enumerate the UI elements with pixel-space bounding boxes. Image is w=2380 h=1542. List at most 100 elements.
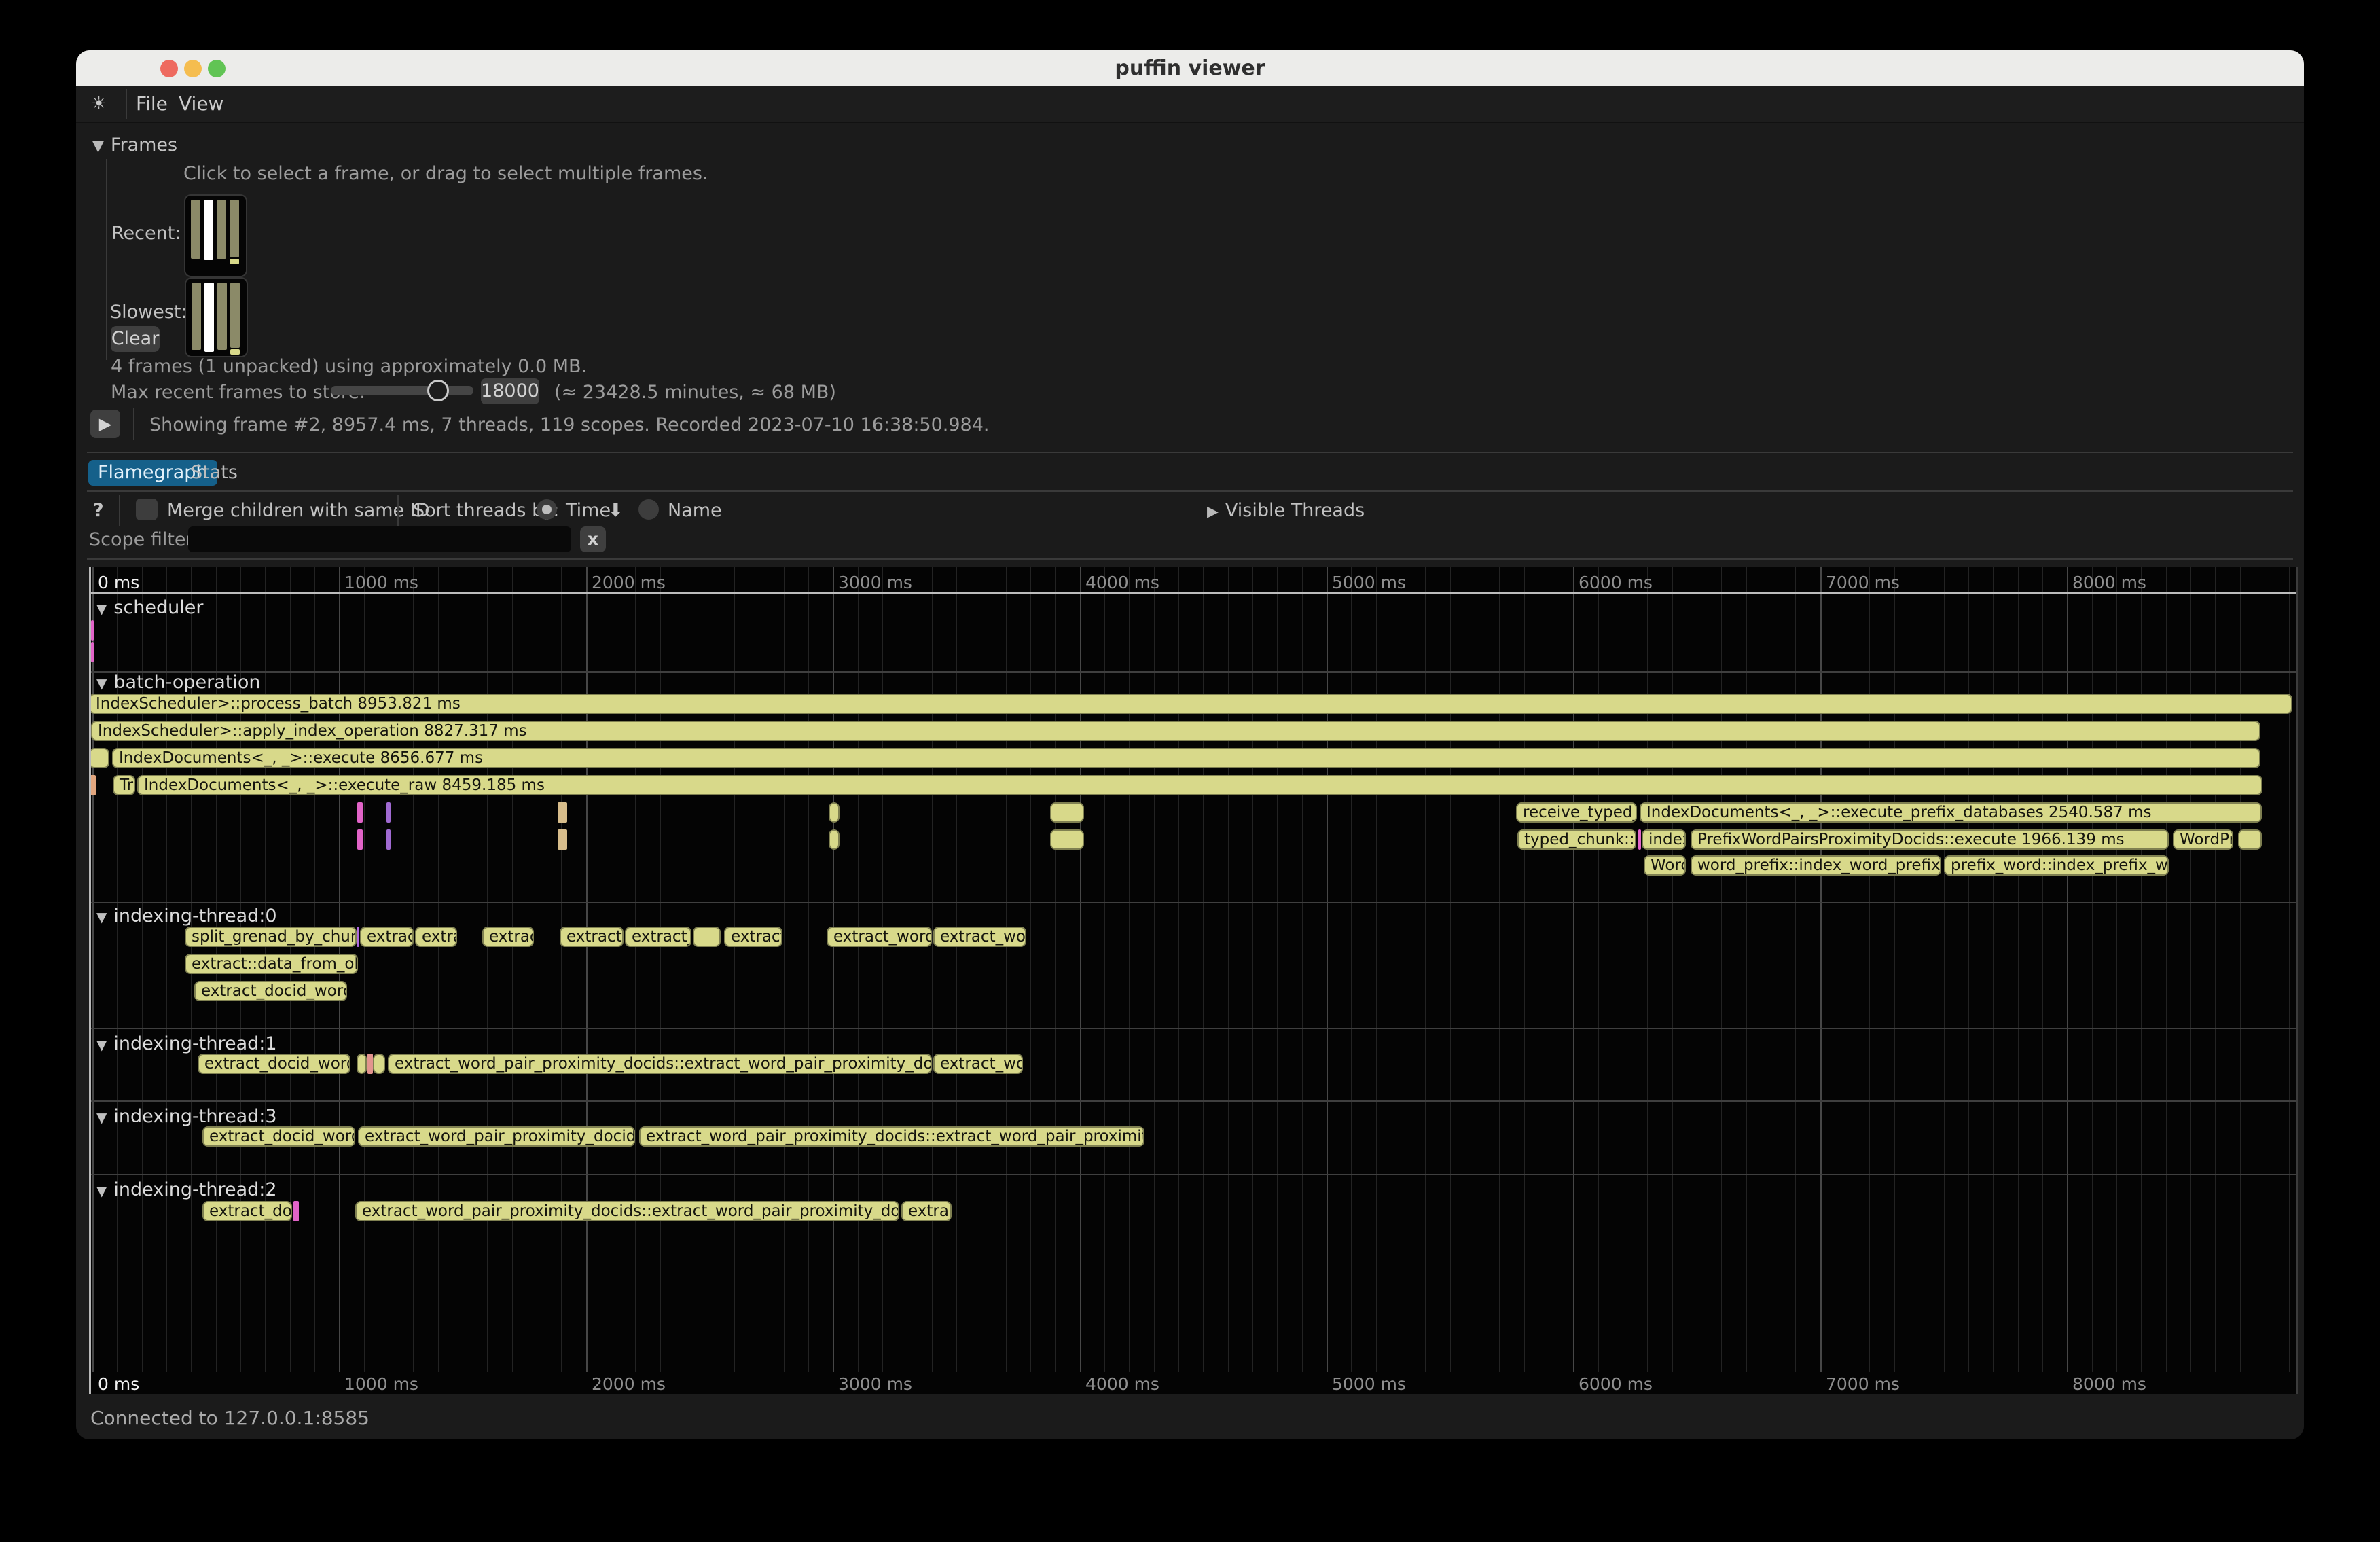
scope-span[interactable] <box>386 829 391 850</box>
max-frames-value[interactable]: 18000 <box>481 378 539 404</box>
scope-span[interactable]: IndexScheduler>::apply_index_operation 8… <box>91 721 2260 741</box>
scope-span[interactable] <box>91 642 94 662</box>
scope-span[interactable] <box>693 927 721 947</box>
sort-time-radio[interactable] <box>537 499 557 520</box>
max-frames-slider[interactable] <box>331 386 473 395</box>
menu-view[interactable]: View <box>179 86 223 122</box>
scope-span[interactable] <box>829 829 840 850</box>
scope-span[interactable] <box>829 802 840 823</box>
scope-span[interactable]: PrefixWordPairsProximityDocids::execute … <box>1691 829 2169 850</box>
frames-header[interactable]: ▼Frames <box>92 135 177 156</box>
recent-frames-thumbnail[interactable] <box>184 194 247 277</box>
scope-span[interactable]: IndexScheduler>::process_batch 8953.821 … <box>89 694 2292 714</box>
scope-span[interactable] <box>558 802 567 823</box>
scope-span[interactable]: IndexDocuments<_, _>::execute 8656.677 m… <box>112 748 2260 768</box>
scope-span[interactable] <box>373 1054 385 1074</box>
gridline <box>2166 567 2167 1372</box>
scope-span[interactable]: word_prefix::index_word_prefix_ <box>1691 855 1941 876</box>
sort-time-label[interactable]: Time <box>566 500 611 521</box>
theme-toggle-icon[interactable]: ☀ <box>91 86 107 122</box>
help-button[interactable]: ? <box>93 500 104 521</box>
scope-span[interactable]: typed_chunk::w <box>1517 829 1636 850</box>
gridline <box>487 567 488 1372</box>
scope-span[interactable] <box>293 1201 299 1221</box>
scope-span[interactable] <box>2238 829 2262 850</box>
scope-span[interactable]: extract <box>360 927 414 947</box>
scope-span[interactable]: extract_word_pair_proximity_docids::extr… <box>355 1201 899 1221</box>
scope-span[interactable]: prefix_word::index_prefix_wo <box>1944 855 2169 876</box>
scope-span[interactable]: Word <box>1644 855 1686 876</box>
scope-span[interactable] <box>558 829 567 850</box>
slider-knob[interactable] <box>427 380 449 401</box>
scope-span[interactable]: extract_docid_word <box>202 1126 355 1147</box>
scope-span[interactable]: extract_word_pair_proximity_docids <box>358 1126 635 1147</box>
scope-span[interactable] <box>91 620 94 641</box>
tab-stats[interactable]: Stats <box>181 460 247 486</box>
scope-span[interactable] <box>357 927 359 947</box>
scope-span[interactable]: extract_word_pair_proximity_docids::extr… <box>639 1126 1144 1147</box>
scope-span[interactable] <box>357 829 363 850</box>
scope-span[interactable]: extract <box>724 927 782 947</box>
frame-bar[interactable] <box>217 200 226 259</box>
scope-span[interactable]: split_grenad_by_chun <box>185 927 357 947</box>
merge-children-checkbox[interactable] <box>136 499 158 520</box>
play-button[interactable]: ▶ <box>90 410 120 438</box>
scope-span[interactable]: IndexDocuments<_, _>::execute_prefix_dat… <box>1640 802 2262 823</box>
scope-span[interactable] <box>1638 829 1641 850</box>
scope-span[interactable]: extract_wo <box>933 927 1026 947</box>
scope-span[interactable]: extract_word_pair_proximity_docids::extr… <box>388 1054 932 1074</box>
frame-bar[interactable] <box>192 283 201 350</box>
visible-threads-header[interactable]: ▶Visible Threads <box>1207 500 1365 521</box>
frame-bar[interactable] <box>191 200 200 259</box>
scope-span[interactable]: index <box>1642 829 1686 850</box>
scope-span[interactable]: extract::data_from_ob <box>185 954 358 974</box>
gridline <box>1993 567 1994 1372</box>
thread-header-batch-operation[interactable]: ▼batch-operation <box>96 672 261 693</box>
scope-span[interactable] <box>386 802 391 823</box>
frame-bar[interactable] <box>204 200 213 260</box>
thread-header-indexing-thread:0[interactable]: ▼indexing-thread:0 <box>96 906 277 927</box>
menu-file[interactable]: File <box>136 86 168 122</box>
thread-header-indexing-thread:3[interactable]: ▼indexing-thread:3 <box>96 1106 277 1127</box>
gridline <box>1598 567 1599 1372</box>
clear-button[interactable]: Clear <box>111 326 160 352</box>
slowest-label: Slowest: <box>110 302 187 323</box>
frame-bar[interactable] <box>230 283 240 348</box>
scope-span[interactable]: extract_word <box>827 927 932 947</box>
scope-span[interactable] <box>367 1054 373 1074</box>
scope-span[interactable] <box>1050 802 1084 823</box>
scope-span[interactable] <box>357 1054 367 1074</box>
scope-filter-input[interactable] <box>188 526 571 552</box>
gridline <box>1376 567 1377 1372</box>
scope-span[interactable]: extract_docid_word <box>198 1054 350 1074</box>
scope-span[interactable]: extract_doc <box>202 1201 292 1221</box>
sort-name-radio[interactable] <box>638 499 659 520</box>
frame-bar[interactable] <box>204 283 214 352</box>
scope-span[interactable]: extrac <box>482 927 534 947</box>
scope-span[interactable] <box>89 748 109 768</box>
scope-span[interactable]: receive_typed_ <box>1516 802 1637 823</box>
scope-span[interactable]: extra <box>415 927 457 947</box>
scope-span[interactable]: extrac <box>901 1201 952 1221</box>
thread-header-indexing-thread:2[interactable]: ▼indexing-thread:2 <box>96 1179 277 1200</box>
flamegraph-canvas[interactable]: 0 ms1000 ms2000 ms3000 ms4000 ms5000 ms6… <box>89 567 2298 1394</box>
scope-span[interactable]: Trans <box>113 775 135 795</box>
sort-direction-icon[interactable]: ⬇ <box>608 500 624 521</box>
slowest-frames-thumbnail[interactable] <box>185 277 248 357</box>
scope-span[interactable]: extract_docid_word <box>194 981 347 1001</box>
frame-bar[interactable] <box>230 200 239 257</box>
scope-span[interactable] <box>89 775 96 795</box>
thread-header-scheduler[interactable]: ▼scheduler <box>96 597 204 618</box>
scope-span[interactable]: WordPr <box>2173 829 2233 850</box>
scope-span[interactable]: IndexDocuments<_, _>::execute_raw 8459.1… <box>137 775 2262 795</box>
gridline <box>1252 567 1253 1372</box>
scope-span[interactable]: extract_ <box>560 927 624 947</box>
sort-name-label[interactable]: Name <box>668 500 722 521</box>
thread-header-indexing-thread:1[interactable]: ▼indexing-thread:1 <box>96 1033 277 1054</box>
scope-span[interactable]: extract_ <box>625 927 691 947</box>
scope-span[interactable] <box>1050 829 1084 850</box>
clear-filter-button[interactable]: x <box>580 526 606 552</box>
scope-span[interactable] <box>357 802 363 823</box>
scope-span[interactable]: extract_wo <box>933 1054 1023 1074</box>
frame-bar[interactable] <box>217 283 227 350</box>
